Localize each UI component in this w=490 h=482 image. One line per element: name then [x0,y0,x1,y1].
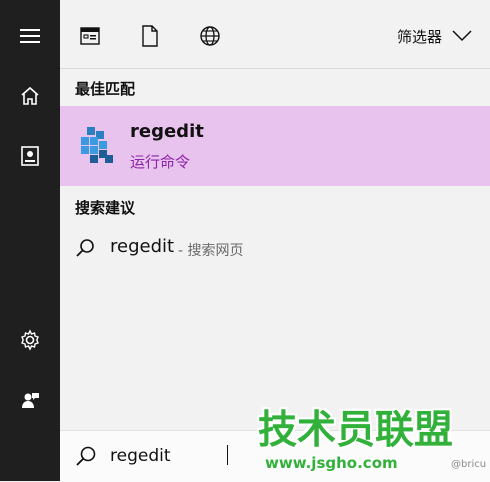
registry-editor-icon [81,127,113,163]
feedback-icon [22,393,39,408]
apps-filter-button[interactable] [72,18,108,54]
best-match-heading: 最佳匹配 [75,80,136,98]
suggestions-heading: 搜索建议 [75,199,136,217]
text-caret [227,445,228,465]
filter-label: 筛选器 [396,27,442,46]
documents-filter-button[interactable] [132,18,168,54]
watermark-signature: @bricu [451,459,487,470]
chevron-down-icon [452,30,472,42]
best-match-title: regedit [130,121,204,142]
filter-dropdown[interactable]: 筛选器 [397,22,472,50]
hamburger-icon [20,29,40,43]
home-icon [21,86,39,105]
left-sidebar [0,0,60,481]
document-icon [142,25,158,47]
search-icon [76,239,94,257]
notebook-button[interactable] [0,134,60,178]
suggestion-item[interactable]: regedit - 搜索网页 [60,228,490,270]
best-match-subtitle: 运行命令 [130,153,191,171]
search-icon [76,446,96,466]
search-results-panel: 筛选器 最佳匹配 regedit 运行命令 搜索建议 regedit - 搜索网… [60,0,490,430]
suggestion-extra: - 搜索网页 [178,243,244,259]
search-toolbar: 筛选器 [60,0,490,69]
settings-icon [21,329,39,351]
watermark-logo-text: 技术员联盟 [258,408,454,453]
best-match-item[interactable]: regedit 运行命令 [60,106,490,186]
apps-window-icon [80,27,100,45]
suggestion-term: regedit [110,236,175,257]
web-filter-button[interactable] [192,18,228,54]
feedback-button[interactable] [0,378,60,422]
globe-icon [200,26,220,46]
site-watermark: 技术员联盟 www.jsgho.com @bricu [258,408,486,480]
hamburger-menu-button[interactable] [0,14,60,58]
notebook-icon [21,146,39,166]
home-button[interactable] [0,74,60,118]
settings-button[interactable] [0,318,60,362]
watermark-url: www.jsgho.com [265,454,398,472]
